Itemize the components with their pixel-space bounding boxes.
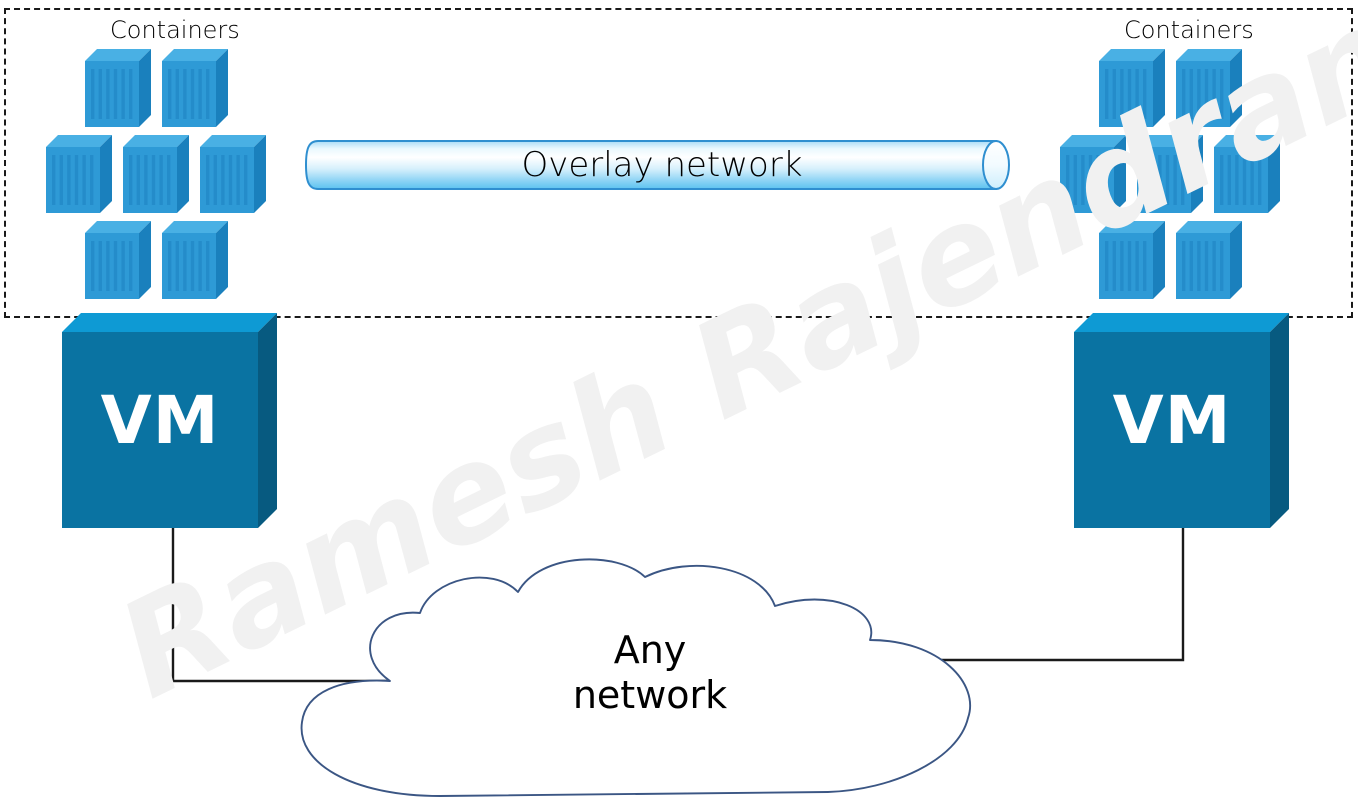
container-icon bbox=[85, 49, 151, 127]
connector-left bbox=[171, 518, 396, 683]
container-icon bbox=[1060, 135, 1126, 213]
overlay-network-pipe bbox=[304, 140, 1010, 190]
diagram-canvas: Ramesh Rajendran Containers Containers O… bbox=[0, 0, 1358, 799]
container-icon bbox=[162, 49, 228, 127]
container-icon bbox=[1176, 49, 1242, 127]
cloud-shape bbox=[300, 558, 971, 797]
container-icon bbox=[1099, 221, 1165, 299]
container-icon bbox=[200, 135, 266, 213]
vm-box-right: VM bbox=[1074, 313, 1289, 528]
container-icon bbox=[162, 221, 228, 299]
vm-box-left: VM bbox=[62, 313, 277, 528]
containers-label-right: Containers bbox=[1124, 16, 1254, 44]
container-icon bbox=[123, 135, 189, 213]
container-icon bbox=[85, 221, 151, 299]
container-icon bbox=[46, 135, 112, 213]
connector-right bbox=[940, 518, 1185, 662]
container-icon bbox=[1176, 221, 1242, 299]
container-icon bbox=[1137, 135, 1203, 213]
containers-label-left: Containers bbox=[110, 16, 240, 44]
container-icon bbox=[1214, 135, 1280, 213]
container-icon bbox=[1099, 49, 1165, 127]
